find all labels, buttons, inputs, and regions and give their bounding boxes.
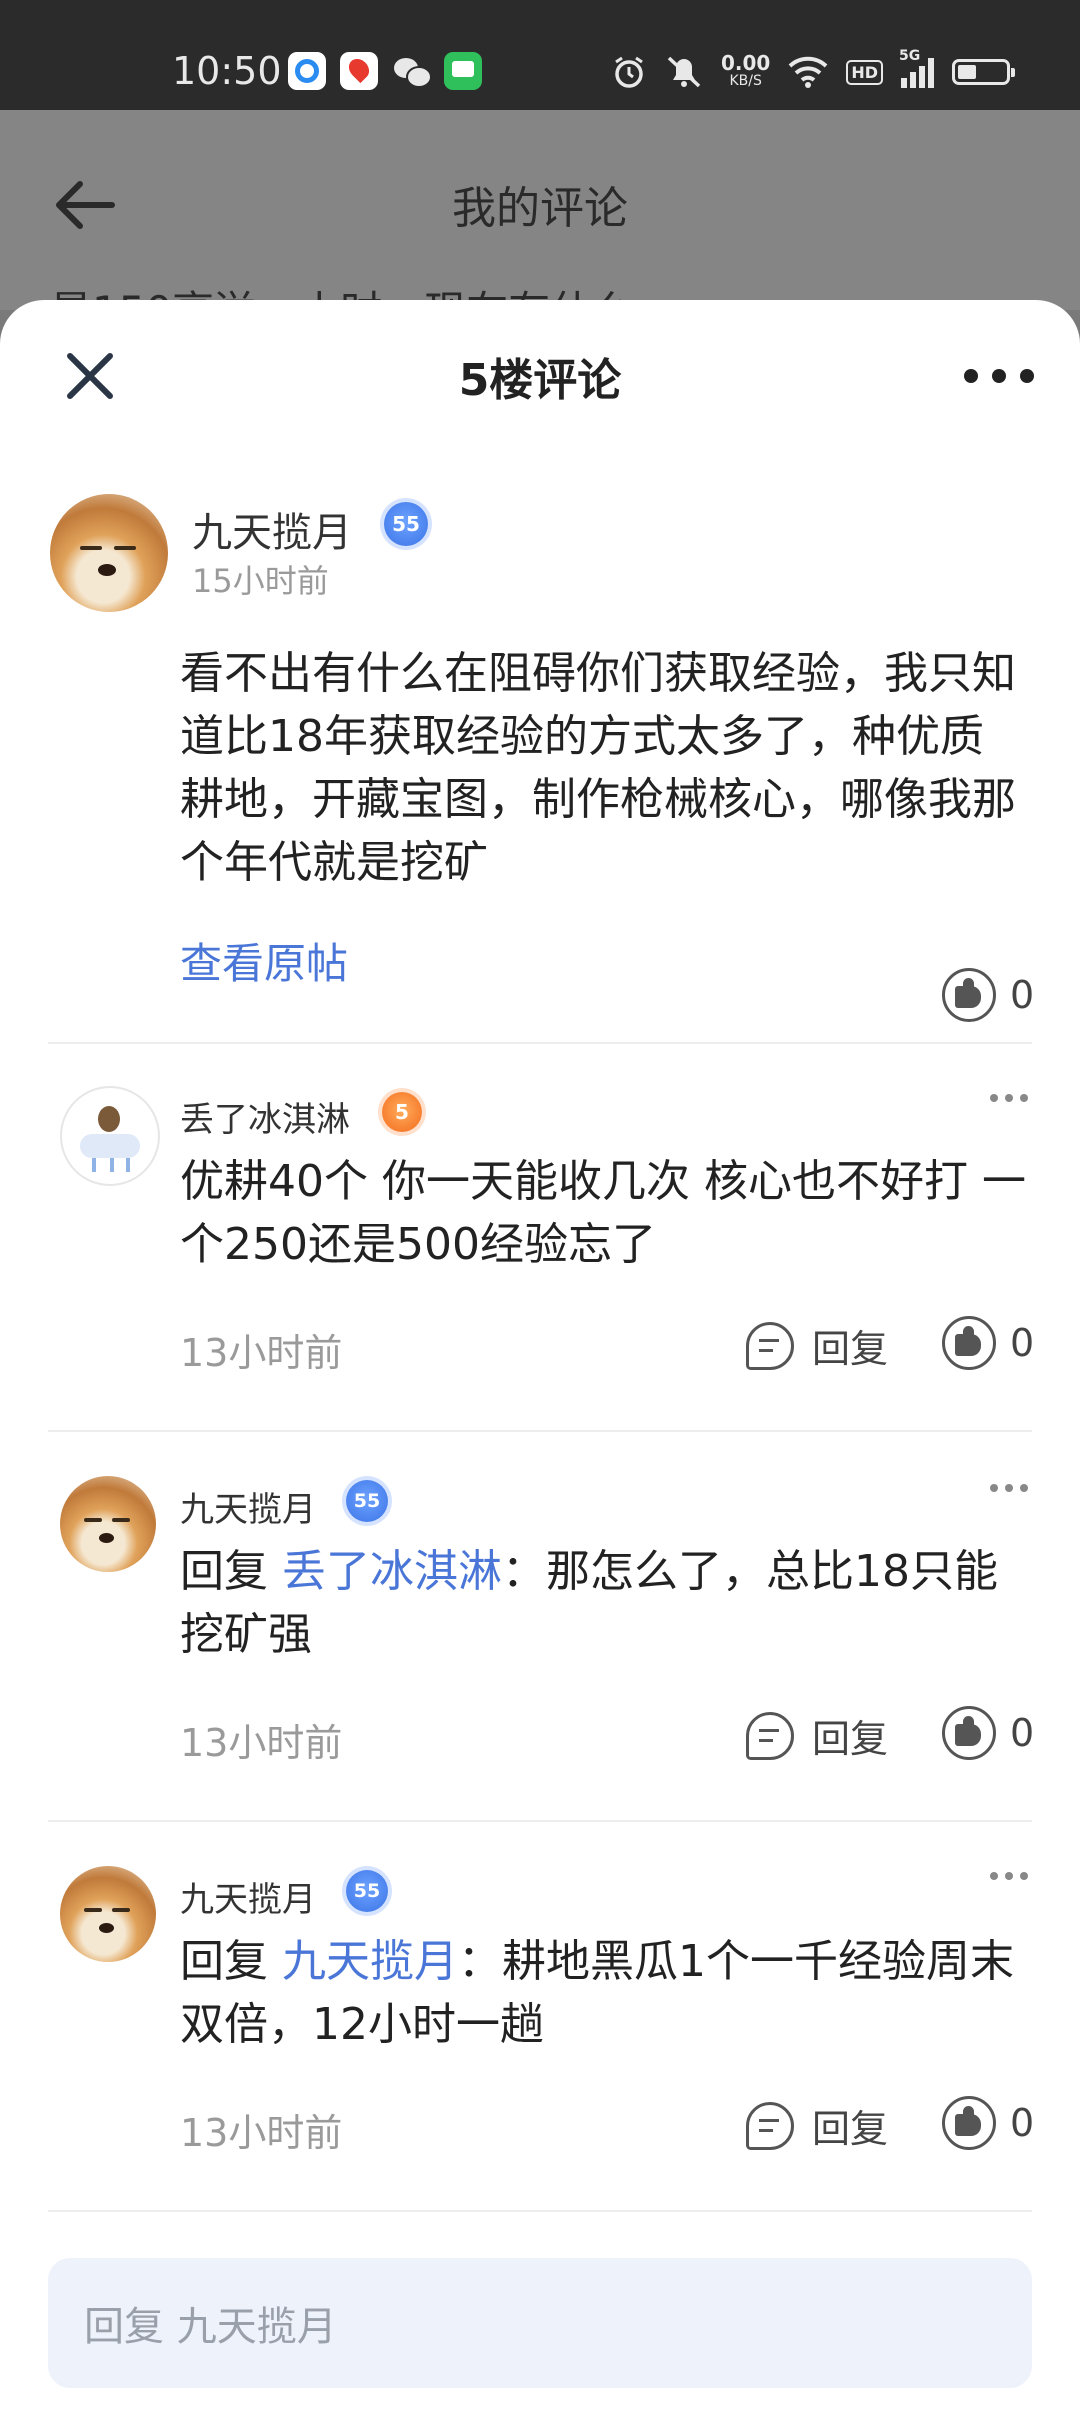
- divider: [48, 1042, 1032, 1044]
- reply-time: 13小时前: [180, 2111, 343, 2155]
- like-count: 0: [1010, 2101, 1035, 2145]
- like-count: 0: [1010, 1711, 1035, 1755]
- background-page: 我的评论 是150亮溢，小时，现在有什么: [0, 110, 1080, 336]
- divider: [48, 2210, 1032, 2212]
- reply-button[interactable]: 回复: [746, 2098, 888, 2153]
- mention-link[interactable]: 九天揽月: [282, 1936, 458, 1987]
- status-indicators: 0.00 KB/S HD 5G: [611, 48, 1015, 94]
- reply-button[interactable]: 回复: [746, 1318, 888, 1373]
- page-title: 我的评论: [452, 183, 628, 234]
- reply-text: 回复 九天揽月：耕地黑瓜1个一千经验周末双倍，12小时一趟: [180, 1936, 1014, 2050]
- thumbs-up-icon: [942, 2096, 996, 2150]
- divider: [48, 1430, 1032, 1432]
- mention-link[interactable]: 丢了冰淇淋: [282, 1546, 502, 1597]
- alarm-icon: [615, 56, 643, 88]
- comment-time: 15小时前: [192, 562, 329, 600]
- like-button[interactable]: 0: [942, 968, 1034, 1022]
- avatar[interactable]: [60, 1866, 156, 1962]
- reply-time: 13小时前: [180, 1721, 343, 1765]
- divider: [48, 1820, 1032, 1822]
- level-badge: 5: [382, 1092, 422, 1132]
- map-app-icon: [340, 52, 378, 90]
- like-button[interactable]: 0: [942, 2096, 1034, 2150]
- more-options-icon[interactable]: [990, 1484, 1028, 1492]
- reply-icon: [746, 2101, 794, 2150]
- reply-icon: [746, 1321, 794, 1370]
- comment-author[interactable]: 九天揽月: [192, 500, 352, 558]
- like-count: 0: [1010, 1321, 1035, 1365]
- reply-author[interactable]: 九天揽月: [180, 1872, 316, 1921]
- reply-button[interactable]: 回复: [746, 1708, 888, 1763]
- battery-icon: [952, 59, 1015, 85]
- sheet-header: 5楼评论: [0, 300, 1080, 450]
- avatar[interactable]: [60, 1086, 160, 1186]
- reply-input-placeholder: 回复 九天揽月: [84, 2304, 337, 2350]
- like-button[interactable]: 0: [942, 1706, 1034, 1760]
- view-original-link[interactable]: 查看原帖: [180, 930, 348, 991]
- signal-icon: 5G: [899, 48, 934, 88]
- reply-author[interactable]: 丢了冰淇淋: [180, 1092, 350, 1141]
- thumbs-up-icon: [942, 968, 996, 1022]
- reply-text: 回复 丢了冰淇淋：那怎么了，总比18只能挖矿强: [180, 1546, 998, 1660]
- reply-time: 13小时前: [180, 1331, 343, 1375]
- comment-sheet: 5楼评论 九天揽月 55 15小时前 看不出有什么在阻碍你们获取经验，我只知道比…: [0, 300, 1080, 2412]
- hd-badge: HD: [846, 59, 883, 85]
- reply-input[interactable]: 回复 九天揽月: [48, 2258, 1032, 2388]
- more-options-icon[interactable]: [990, 1094, 1028, 1102]
- qq-browser-icon: [288, 52, 326, 90]
- sheet-title: 5楼评论: [458, 355, 622, 406]
- mute-icon: [667, 56, 701, 88]
- like-count: 0: [1010, 973, 1035, 1017]
- wechat-icon: [392, 52, 432, 90]
- comment-text: 看不出有什么在阻碍你们获取经验，我只知道比18年获取经验的方式太多了，种优质耕地…: [180, 648, 1016, 888]
- network-speed: 0.00 KB/S: [720, 51, 771, 89]
- like-button[interactable]: 0: [942, 1316, 1034, 1370]
- more-options-icon[interactable]: [964, 356, 1034, 396]
- status-bar: 10:50 0.00 KB/S HD 5G: [0, 0, 1080, 110]
- reply-text: 优耕40个 你一天能收几次 核心也不好打 一个250还是500经验忘了: [180, 1156, 1026, 1270]
- level-badge: 55: [346, 1480, 388, 1522]
- reply-author[interactable]: 九天揽月: [180, 1482, 316, 1531]
- reply-icon: [746, 1711, 794, 1760]
- avatar[interactable]: [60, 1476, 156, 1572]
- level-badge: 55: [384, 502, 428, 546]
- avatar[interactable]: [50, 494, 168, 612]
- wifi-icon: [788, 56, 828, 88]
- more-options-icon[interactable]: [990, 1872, 1028, 1880]
- thumbs-up-icon: [942, 1316, 996, 1370]
- status-time: 10:50: [172, 49, 282, 93]
- level-badge: 55: [346, 1870, 388, 1912]
- message-app-icon: [444, 52, 482, 90]
- thumbs-up-icon: [942, 1706, 996, 1760]
